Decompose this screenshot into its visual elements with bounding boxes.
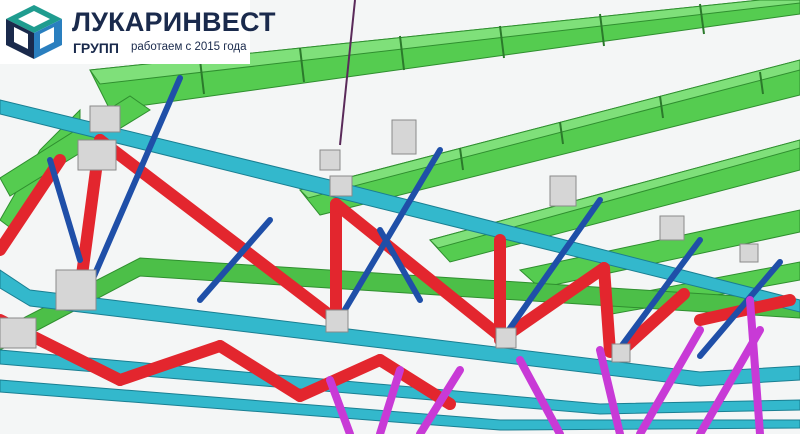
structure-render-frame: ЛУКАРИНВЕСТ ГРУПП работаем с 2015 года: [0, 0, 800, 434]
company-name: ЛУКАРИНВЕСТ: [72, 7, 276, 37]
company-logo: ЛУКАРИНВЕСТ ГРУПП работаем с 2015 года: [0, 0, 275, 64]
company-group-label: ГРУПП: [73, 40, 119, 56]
steel-truss-render: [0, 0, 800, 434]
cube-logo-icon: [6, 5, 62, 59]
company-tagline: работаем с 2015 года: [131, 41, 247, 53]
